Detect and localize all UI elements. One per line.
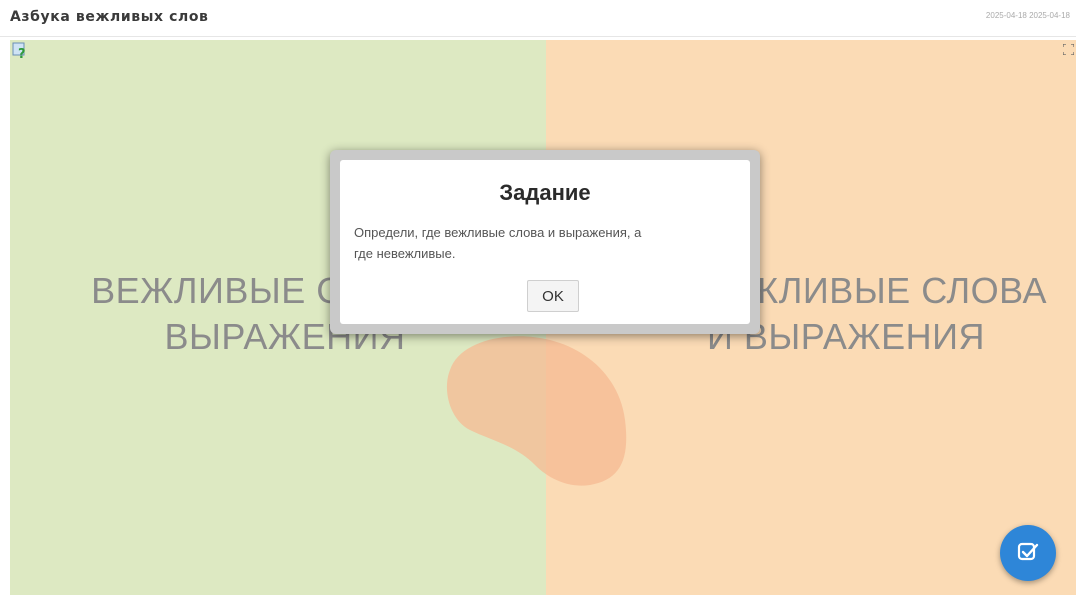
- svg-text:?: ?: [18, 47, 26, 59]
- header-bar: Азбука вежливых слов 2025-04-18 2025-04-…: [0, 0, 1076, 37]
- check-answer-button[interactable]: [1000, 525, 1056, 581]
- fullscreen-icon[interactable]: [1063, 44, 1074, 55]
- ok-button[interactable]: OK: [527, 280, 579, 312]
- header-date: 2025-04-18 2025-04-18: [985, 11, 1070, 20]
- task-dialog: Задание Определи, где вежливые слова и в…: [330, 150, 760, 334]
- check-icon: [1017, 542, 1039, 561]
- dialog-text: Определи, где вежливые слова и выражения…: [354, 225, 642, 261]
- task-dialog-body: Задание Определи, где вежливые слова и в…: [340, 160, 750, 324]
- help-icon[interactable]: ?: [12, 41, 30, 59]
- dialog-title: Задание: [499, 180, 591, 205]
- app-title: Азбука вежливых слов: [10, 9, 209, 25]
